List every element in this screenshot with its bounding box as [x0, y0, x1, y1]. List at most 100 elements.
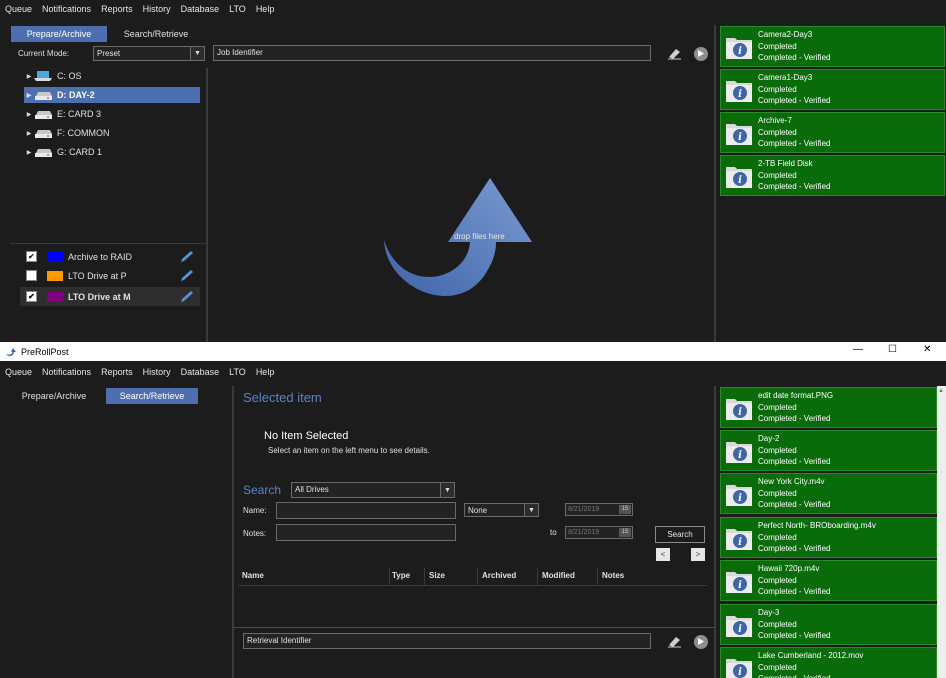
expand-arrow-icon[interactable]: ▶	[24, 130, 34, 137]
queue-item-text: edit date format.PNG Completed Completed -…	[758, 390, 833, 425]
column-archived[interactable]: Archived	[482, 568, 516, 584]
queue-item-status: Completed	[758, 402, 797, 412]
prev-page-button[interactable]: <	[656, 548, 670, 561]
column-modified[interactable]: Modified	[542, 568, 575, 584]
queue-item-status: Completed	[758, 170, 797, 180]
menu-notifications[interactable]: Notifications	[37, 4, 96, 14]
destination-item[interactable]: LTO Drive at P	[20, 266, 200, 285]
destination-checkbox[interactable]: ✔	[26, 251, 37, 262]
expand-arrow-icon[interactable]: ▶	[24, 149, 34, 156]
info-folder-icon[interactable]: i	[725, 395, 753, 421]
edit-pencil-icon[interactable]	[180, 250, 194, 265]
info-folder-icon[interactable]: i	[725, 77, 753, 103]
column-size[interactable]: Size	[429, 568, 445, 584]
info-folder-icon[interactable]: i	[725, 655, 753, 678]
info-folder-icon[interactable]: i	[725, 438, 753, 464]
notes-search-input[interactable]	[276, 524, 456, 541]
menu-database[interactable]: Database	[176, 367, 225, 377]
expand-arrow-icon[interactable]: ▶	[24, 73, 34, 80]
tab-prepare-archive[interactable]: Prepare/Archive	[11, 388, 97, 404]
edit-pencil-icon[interactable]	[180, 290, 194, 305]
drive-tree-item[interactable]: ▶ D: DAY-2	[24, 87, 200, 103]
name-search-input[interactable]	[276, 502, 456, 519]
info-folder-icon[interactable]: i	[725, 568, 753, 594]
drive-label: C: OS	[57, 71, 82, 81]
retrieval-identifier-field[interactable]: Retrieval Identifier	[243, 633, 651, 649]
scroll-up-icon[interactable]: ▲	[938, 388, 944, 394]
destination-item[interactable]: ✔ LTO Drive at M	[20, 287, 200, 306]
queue-item[interactable]: i New York City.m4v Completed Completed - V…	[720, 473, 937, 514]
queue-item[interactable]: i Perfect North- BROboarding.m4v Completed…	[720, 517, 937, 558]
menu-lto[interactable]: LTO	[224, 4, 251, 14]
column-type[interactable]: Type	[392, 568, 410, 584]
queue-item-detail: Completed - Verified	[758, 631, 831, 640]
close-button[interactable]: ✕	[923, 344, 931, 355]
drive-tree-item[interactable]: ▶ C: OS	[24, 68, 194, 84]
mode-select[interactable]: Preset ▼	[93, 46, 205, 61]
date-to-input[interactable]: 8/21/2019 15	[565, 526, 633, 539]
destination-checkbox[interactable]: ✔	[26, 291, 37, 302]
next-page-button[interactable]: >	[691, 548, 705, 561]
queue-item[interactable]: i Day-2 Completed Completed - Verified	[720, 430, 937, 471]
column-name[interactable]: Name	[242, 568, 264, 584]
job-identifier-field[interactable]: Job Identifier	[213, 45, 651, 61]
drive-tree-item[interactable]: ▶ G: CARD 1	[24, 144, 194, 160]
clear-eraser-icon[interactable]	[667, 634, 682, 649]
search-button[interactable]: Search	[655, 526, 705, 543]
queue-item-status: Completed	[758, 662, 797, 672]
menu-history[interactable]: History	[138, 367, 176, 377]
queue-item[interactable]: i Hawaii 720p.m4v Completed Completed - Ver…	[720, 560, 937, 601]
date-from-input[interactable]: 8/21/2019 15	[565, 503, 633, 516]
menu-help[interactable]: Help	[251, 4, 280, 14]
column-notes[interactable]: Notes	[602, 568, 624, 584]
menu-history[interactable]: History	[138, 4, 176, 14]
drive-tree-item[interactable]: ▶ E: CARD 3	[24, 106, 194, 122]
info-folder-icon[interactable]: i	[725, 34, 753, 60]
menu-database[interactable]: Database	[176, 4, 225, 14]
queue-item[interactable]: i Camera2-Day3 Completed Completed - Verifi…	[720, 26, 945, 67]
tab-search-retrieve[interactable]: Search/Retrieve	[106, 388, 198, 404]
info-folder-icon[interactable]: i	[725, 481, 753, 507]
destination-item[interactable]: ✔ Archive to RAID	[20, 247, 200, 266]
menu-reports[interactable]: Reports	[96, 4, 138, 14]
queue-scrollbar[interactable]: ▲	[937, 386, 946, 678]
search-heading: Search	[243, 483, 282, 497]
minimize-button[interactable]: —	[853, 344, 863, 355]
menu-reports[interactable]: Reports	[96, 367, 138, 377]
date-field-select[interactable]: None ▼	[464, 503, 539, 517]
queue-item[interactable]: i Lake Cumberland - 2012.mov CompletedComp…	[720, 647, 937, 678]
queue-item[interactable]: i Day-3 Completed Completed - Verified	[720, 604, 937, 645]
maximize-button[interactable]: ☐	[888, 344, 897, 355]
info-folder-icon[interactable]: i	[725, 612, 753, 638]
start-retrieve-play-icon[interactable]	[693, 634, 708, 649]
drop-zone[interactable]: drop files here	[384, 178, 534, 304]
calendar-icon[interactable]: 15	[619, 528, 631, 537]
expand-arrow-icon[interactable]: ▶	[24, 111, 34, 118]
queue-item-name: Camera2-Day3	[758, 30, 813, 39]
drive-filter-select[interactable]: All Drives ▼	[291, 482, 455, 498]
drive-tree-item[interactable]: ▶ F: COMMON	[24, 125, 194, 141]
queue-item[interactable]: i Camera1-Day3 Completed Completed - Verifi…	[720, 69, 945, 110]
queue-item[interactable]: i Archive-7 Completed Completed - Verified	[720, 112, 945, 153]
expand-arrow-icon[interactable]: ▶	[24, 92, 34, 99]
calendar-icon[interactable]: 15	[619, 505, 631, 514]
svg-text:i: i	[738, 450, 742, 461]
start-job-play-icon[interactable]	[693, 46, 708, 61]
menu-help[interactable]: Help	[251, 367, 280, 377]
info-folder-icon[interactable]: i	[725, 120, 753, 146]
tab-prepare-archive[interactable]: Prepare/Archive	[11, 26, 107, 42]
info-folder-icon[interactable]: i	[725, 525, 753, 551]
destination-checkbox[interactable]	[26, 270, 37, 281]
menu-queue[interactable]: Queue	[0, 367, 37, 377]
info-folder-icon[interactable]: i	[725, 163, 753, 189]
tab-search-retrieve[interactable]: Search/Retrieve	[110, 26, 202, 42]
destination-label: LTO Drive at M	[68, 291, 131, 302]
menu-notifications[interactable]: Notifications	[37, 367, 96, 377]
clear-eraser-icon[interactable]	[667, 46, 682, 61]
menu-lto[interactable]: LTO	[224, 367, 251, 377]
menu-queue[interactable]: Queue	[0, 4, 37, 14]
drive-label: D: DAY-2	[57, 90, 95, 100]
queue-item[interactable]: i edit date format.PNG Completed Completed …	[720, 387, 937, 428]
queue-item[interactable]: i 2-TB Field Disk Completed Completed - Ver…	[720, 155, 945, 196]
edit-pencil-icon[interactable]	[180, 269, 194, 284]
